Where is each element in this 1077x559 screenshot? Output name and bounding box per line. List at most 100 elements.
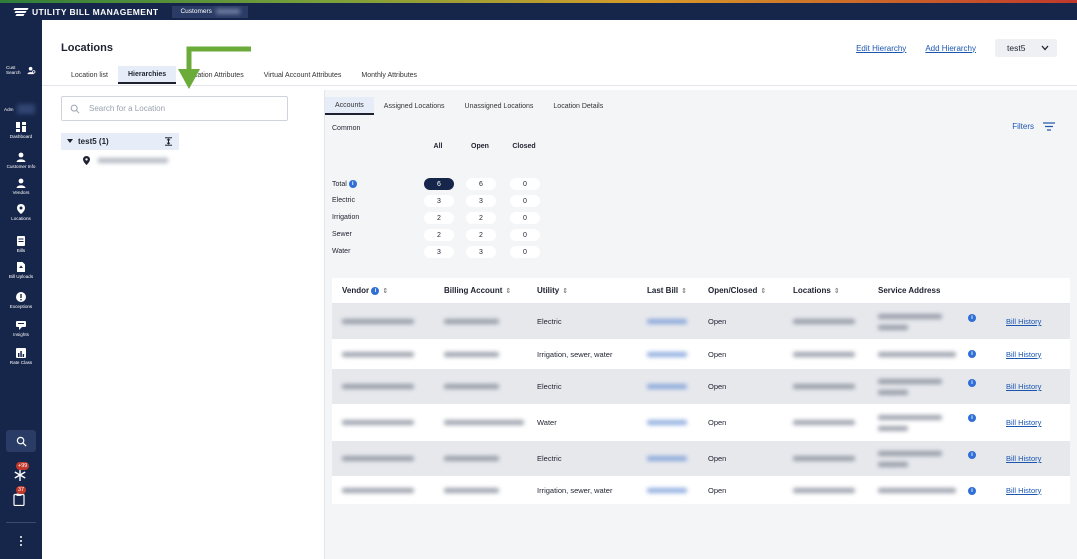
col-utility[interactable]: Utility ⇕ <box>527 286 637 295</box>
edit-hierarchy-link[interactable]: Edit Hierarchy <box>856 44 906 53</box>
info-icon[interactable]: i <box>371 286 380 295</box>
tab-assigned-locations[interactable]: Assigned Locations <box>374 97 455 115</box>
col-last-bill[interactable]: Last Bill ⇕ <box>637 286 698 295</box>
last-bill-link-redacted[interactable] <box>637 350 698 359</box>
bill-history-link[interactable]: Bill History <box>1006 317 1041 326</box>
utility-cell: Irrigation, sewer, water <box>537 485 613 495</box>
filters-button[interactable]: Filters <box>1012 122 1055 131</box>
nav-item-exceptions[interactable]: Exceptions <box>3 292 39 309</box>
summary-count-all[interactable]: 3 <box>424 246 454 258</box>
summary-count-open[interactable]: 6 <box>466 178 496 190</box>
info-icon[interactable]: i <box>348 180 357 188</box>
bill-history-link[interactable]: Bill History <box>1006 418 1041 427</box>
col-billing-account[interactable]: Billing Account ⇕ <box>434 286 527 295</box>
table-row[interactable]: Electric Open i Bill History <box>332 369 1070 404</box>
status-cell: Open <box>708 485 727 495</box>
tab-monthly-attributes[interactable]: Monthly Attributes <box>351 66 427 84</box>
summary-section-title: Common <box>332 125 361 132</box>
summary-count-all[interactable]: 3 <box>424 195 454 207</box>
app-brand[interactable]: UTILITY BILL MANAGEMENT <box>0 3 158 20</box>
nav-item-locations[interactable]: Locations <box>3 204 39 221</box>
summary-count-closed[interactable]: 0 <box>510 229 540 241</box>
summary-count-all[interactable]: 2 <box>424 229 454 241</box>
summary-count-all[interactable]: 2 <box>424 212 454 224</box>
tasks-button[interactable]: 37 <box>13 486 31 506</box>
address-info[interactable]: i <box>958 404 996 423</box>
nav-item-rate-class[interactable]: Rate Class <box>3 348 39 365</box>
table-row[interactable]: Water Open i Bill History <box>332 404 1070 441</box>
add-hierarchy-link[interactable]: Add Hierarchy <box>925 44 976 53</box>
address-info[interactable]: i <box>958 304 996 323</box>
nav-item-insights[interactable]: Insights <box>3 320 39 337</box>
address-info[interactable]: i <box>958 476 996 496</box>
summary-count-closed[interactable]: 0 <box>510 212 540 224</box>
user-dropdown[interactable]: test5 <box>995 39 1057 57</box>
col-open-closed[interactable]: Open/Closed ⇕ <box>698 286 783 295</box>
summary-count-open[interactable]: 2 <box>466 212 496 224</box>
global-search-button[interactable] <box>6 430 36 452</box>
summary-count-open[interactable]: 3 <box>466 195 496 207</box>
address-info[interactable]: i <box>958 369 996 388</box>
nav-item-vendors[interactable]: Vendors <box>3 178 39 195</box>
expand-all-icon[interactable] <box>164 137 173 146</box>
nav-item-bills[interactable]: Bills <box>3 236 39 253</box>
summary-count-closed[interactable]: 0 <box>510 178 540 190</box>
sort-icon[interactable]: ⇕ <box>562 288 568 295</box>
sort-icon[interactable]: ⇕ <box>505 288 511 295</box>
info-icon[interactable]: i <box>968 451 976 460</box>
bill-history-link[interactable]: Bill History <box>1006 486 1041 495</box>
table-row[interactable]: Electric Open i Bill History <box>332 441 1070 476</box>
nav-item-bill-uploads[interactable]: Bill Uploads <box>3 262 39 279</box>
last-bill-link-redacted[interactable] <box>637 454 698 463</box>
caret-down-icon <box>67 139 73 143</box>
nav-item-customer-info[interactable]: Customer Info <box>3 152 39 169</box>
bill-history-link[interactable]: Bill History <box>1006 350 1041 359</box>
tab-accounts[interactable]: Accounts <box>325 97 374 115</box>
last-bill-link-redacted[interactable] <box>637 382 698 391</box>
summary-count-open[interactable]: 3 <box>466 246 496 258</box>
location-search-input[interactable]: Search for a Location <box>61 96 288 121</box>
table-row[interactable]: Irrigation, sewer, water Open i Bill Histor… <box>332 339 1070 369</box>
bill-history-link[interactable]: Bill History <box>1006 454 1041 463</box>
col-locations[interactable]: Locations ⇕ <box>783 286 868 295</box>
info-icon[interactable]: i <box>968 314 976 323</box>
info-icon[interactable]: i <box>968 487 976 496</box>
sort-icon[interactable]: ⇕ <box>834 288 840 295</box>
col-vendor[interactable]: Vendor i ⇕ <box>332 286 434 295</box>
table-row[interactable]: Electric Open i Bill History <box>332 304 1070 339</box>
tab-virtual-account-attributes[interactable]: Virtual Account Attributes <box>254 66 352 84</box>
more-menu-button[interactable] <box>16 534 26 548</box>
vendor-icon <box>16 178 26 188</box>
last-bill-link-redacted[interactable] <box>637 317 698 326</box>
last-bill-link-redacted[interactable] <box>637 418 698 427</box>
address-info[interactable]: i <box>958 441 996 460</box>
tab-location-list[interactable]: Location list <box>61 66 118 84</box>
notifications-button[interactable]: +99 <box>13 462 31 481</box>
sort-icon[interactable]: ⇕ <box>382 288 388 295</box>
utility-cell: Electric <box>537 382 562 391</box>
tree-child-node[interactable] <box>83 156 168 165</box>
tab-hierarchies[interactable]: Hierarchies <box>117 66 177 84</box>
nav-item-dashboard[interactable]: Dashboard <box>3 122 39 139</box>
summary-count-closed[interactable]: 0 <box>510 195 540 207</box>
tab-location-details[interactable]: Location Details <box>543 97 613 115</box>
customers-selector[interactable]: Customers <box>172 5 248 18</box>
summary-count-open[interactable]: 2 <box>466 229 496 241</box>
tab-unassigned-locations[interactable]: Unassigned Locations <box>455 97 544 115</box>
table-row[interactable]: Irrigation, sewer, water Open i Bill Histor… <box>332 476 1070 504</box>
info-icon[interactable]: i <box>968 350 976 359</box>
cust-search-button[interactable]: Cust Search <box>3 65 39 76</box>
last-bill-link-redacted[interactable] <box>637 486 698 495</box>
tree-root-node[interactable]: test5 (1) <box>61 133 179 150</box>
admin-toggle[interactable]: Adm <box>0 102 42 116</box>
sort-icon[interactable]: ⇕ <box>760 288 766 295</box>
sort-icon[interactable]: ⇕ <box>681 288 687 295</box>
utility-cell: Water <box>537 418 557 427</box>
summary-count-closed[interactable]: 0 <box>510 246 540 258</box>
summary-count-all[interactable]: 6 <box>424 178 454 190</box>
info-icon[interactable]: i <box>968 414 976 423</box>
info-icon[interactable]: i <box>968 379 976 388</box>
tree-child-label-redacted <box>98 158 168 163</box>
address-info[interactable]: i <box>958 339 996 359</box>
bill-history-link[interactable]: Bill History <box>1006 382 1041 391</box>
